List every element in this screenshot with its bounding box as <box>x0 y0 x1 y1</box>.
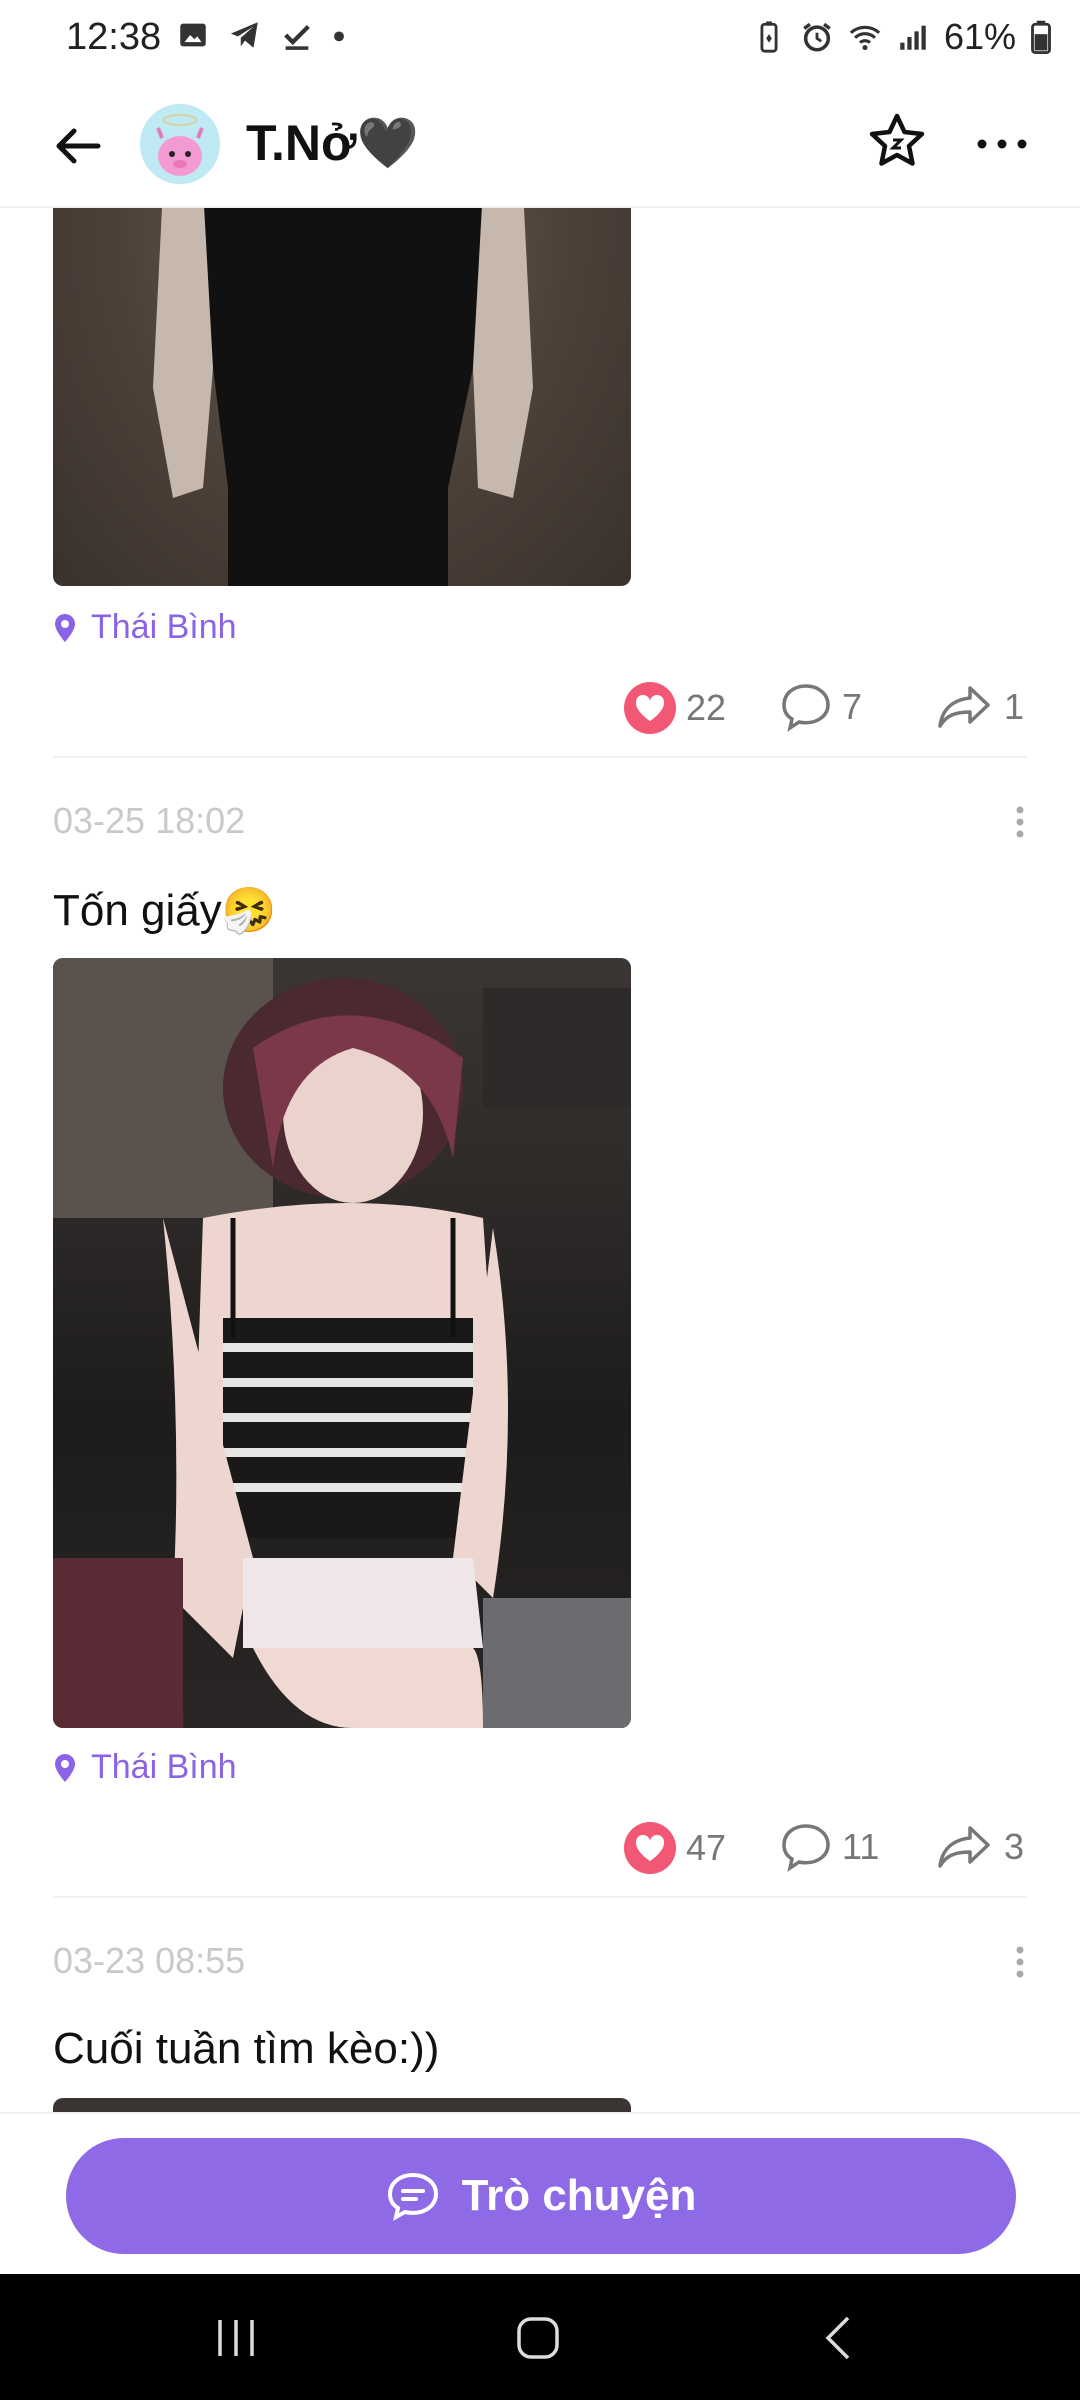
comment-count: 11 <box>842 1826 880 1867</box>
comment-bubble-icon <box>782 684 830 732</box>
post-location[interactable]: Thái Bình <box>53 608 237 647</box>
post-caption: Tốn giấy🤧 <box>53 886 277 935</box>
post-caption: Cuối tuần tìm kèo:)) <box>53 2024 440 2073</box>
wifi-icon <box>849 25 881 51</box>
comment-bubble-icon <box>782 1824 830 1872</box>
recent-apps-icon[interactable] <box>206 2314 266 2362</box>
notification-icons <box>176 18 346 52</box>
more-options-icon[interactable] <box>974 124 1030 164</box>
like-count: 47 <box>686 1827 727 1868</box>
share-button[interactable]: 1 <box>936 682 1024 732</box>
post-menu-icon[interactable] <box>1014 1944 1026 1980</box>
gallery-icon <box>180 23 206 47</box>
status-bar: 12:38 61% <box>0 0 1080 80</box>
post-date: 03-23 08:55 <box>53 1940 246 1981</box>
share-count: 3 <box>1004 1826 1025 1867</box>
moments-feed[interactable]: Thái Bình 22 7 1 03-25 18:02 Tốn giấy🤧 T… <box>0 208 1080 2112</box>
more-notifications-dot-icon <box>334 31 344 42</box>
signal-icon <box>900 25 926 50</box>
post-photo[interactable] <box>53 208 631 586</box>
battery-icon <box>1031 20 1051 54</box>
post-divider <box>53 1896 1027 1898</box>
avatar-image <box>140 104 220 184</box>
post-actions: 22 7 1 <box>0 682 1080 742</box>
photo-black-dress <box>153 208 533 586</box>
post-location[interactable]: Thái Bình <box>53 1748 237 1787</box>
page-title: T.Nở🖤 <box>246 115 419 171</box>
location-text: Thái Bình <box>91 1748 237 1786</box>
status-right: 61% <box>752 16 1052 58</box>
back-arrow-icon[interactable] <box>48 116 108 176</box>
status-time: 12:38 <box>66 16 162 58</box>
comment-count: 7 <box>842 686 863 727</box>
like-count: 22 <box>686 687 727 728</box>
battery-percent: 61% <box>943 16 1016 57</box>
post-photo[interactable] <box>53 958 631 1728</box>
post-date: 03-25 18:02 <box>53 800 246 841</box>
chat-button[interactable]: Trò chuyện <box>66 2138 1016 2254</box>
share-button[interactable]: 3 <box>936 1822 1024 1872</box>
comment-button[interactable]: 7 <box>780 682 862 732</box>
like-button[interactable]: 47 <box>624 1822 726 1874</box>
share-arrow-icon <box>938 1826 990 1868</box>
post-photo[interactable] <box>53 2098 631 2112</box>
app-header: T.Nở🖤 <box>0 80 1080 208</box>
post-divider <box>53 756 1027 758</box>
share-arrow-icon <box>938 686 990 728</box>
home-icon[interactable] <box>508 2314 568 2362</box>
location-pin-icon <box>55 613 75 642</box>
back-nav-icon[interactable] <box>810 2314 870 2362</box>
system-nav-bar <box>0 2274 1080 2400</box>
location-pin-icon <box>55 1753 75 1782</box>
photo-portrait <box>53 958 631 1728</box>
battery-saver-icon <box>760 21 778 53</box>
alarm-icon <box>803 22 831 52</box>
share-count: 1 <box>1004 686 1025 727</box>
bottom-bar: Trò chuyện <box>0 2112 1080 2274</box>
post-menu-icon[interactable] <box>1014 804 1026 840</box>
like-button[interactable]: 22 <box>624 682 726 734</box>
avatar[interactable] <box>140 104 220 184</box>
comment-button[interactable]: 11 <box>780 1822 879 1872</box>
screen: 12:38 61% T.Nở🖤 Thái Bình 22 7 1 03-25 1… <box>0 0 1080 2400</box>
heart-icon <box>624 1822 676 1874</box>
star-favorite-icon[interactable] <box>866 110 928 172</box>
post-actions: 47 11 3 <box>0 1822 1080 1882</box>
chat-bubble-icon <box>387 2172 438 2221</box>
chat-button-label: Trò chuyện <box>461 2171 697 2220</box>
telegram-icon <box>230 22 258 48</box>
location-text: Thái Bình <box>91 608 237 646</box>
heart-icon <box>624 682 676 734</box>
download-done-icon <box>284 24 310 50</box>
